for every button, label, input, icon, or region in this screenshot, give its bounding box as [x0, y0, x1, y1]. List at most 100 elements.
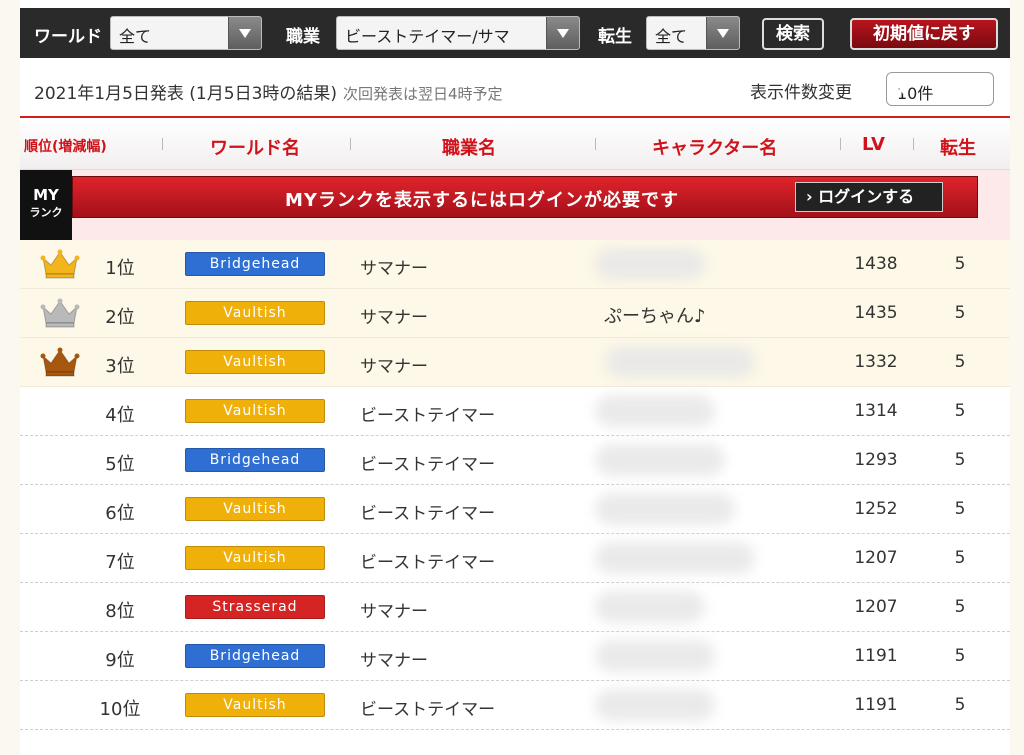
- table-row: 8位 Strasserad サマナー 1207 5: [20, 583, 1010, 632]
- world-badge: Bridgehead: [185, 448, 325, 472]
- my-rank-message: MYランクを表示するにはログインが必要です: [285, 190, 679, 211]
- reset-button[interactable]: 初期値に戻す: [850, 18, 998, 50]
- reincarnation-select[interactable]: 全て: [646, 16, 740, 50]
- world-badge: Vaultish: [185, 693, 325, 717]
- reincarnation-cell: 5: [954, 499, 966, 519]
- header-separator: [350, 138, 351, 150]
- header-separator: [162, 138, 163, 150]
- world-select-value: 全て: [119, 27, 152, 46]
- rank-cell: 9位: [105, 650, 135, 671]
- job-cell: サマナー: [360, 308, 428, 328]
- table-row: 9位 Bridgehead サマナー 1191 5: [20, 632, 1010, 681]
- filter-bar: ワールド 全て 職業 ビーストテイマー/サマ 転生 全て 検索 初期値に戻す: [20, 8, 1010, 58]
- header-separator: [913, 138, 914, 150]
- reincarnation-cell: 5: [954, 548, 966, 568]
- reincarnation-filter-label: 転生: [598, 27, 632, 47]
- lv-cell: 1293: [854, 450, 898, 470]
- job-cell: サマナー: [360, 259, 428, 279]
- rank-cell: 2位: [105, 307, 135, 328]
- rank-cell: 3位: [105, 356, 135, 377]
- bronze-crown-icon: [40, 346, 80, 382]
- world-badge: Vaultish: [185, 497, 325, 521]
- search-button[interactable]: 検索: [762, 18, 824, 50]
- login-button[interactable]: › ログインする: [795, 182, 943, 212]
- table-row: 5位 Bridgehead ビーストテイマー 1293 5: [20, 436, 1010, 485]
- header-rank[interactable]: 順位(増減幅): [24, 136, 107, 156]
- reincarnation-cell: 5: [954, 450, 966, 470]
- count-select[interactable]: 10件: [886, 72, 994, 106]
- announcement: 2021年1月5日発表 (1月5日3時の結果) 次回発表は翌日4時予定: [34, 79, 503, 104]
- header-separator: [840, 138, 841, 150]
- login-button-label: ログインする: [818, 187, 915, 206]
- table-row: 6位 Vaultish ビーストテイマー 1252 5: [20, 485, 1010, 534]
- blurred-character-name: [595, 640, 715, 672]
- next-announcement: 次回発表は翌日4時予定: [343, 85, 503, 103]
- reincarnation-cell: 5: [954, 597, 966, 617]
- reincarnation-cell: 5: [954, 352, 966, 372]
- table-row: 3位 Vaultish サマナー 1332 5: [20, 338, 1010, 387]
- blurred-character-name: [595, 248, 705, 280]
- lv-cell: 1207: [854, 548, 898, 568]
- my-rank-badge: MY ランク: [20, 170, 72, 240]
- table-header: 順位(増減幅) ワールド名 職業名 キャラクター名 LV 転生: [20, 120, 1010, 170]
- table-row: 4位 Vaultish ビーストテイマー 1314 5: [20, 387, 1010, 436]
- job-cell: ビーストテイマー: [360, 553, 496, 573]
- blurred-character-name: [605, 346, 755, 378]
- header-reincarnation[interactable]: 転生: [940, 134, 976, 160]
- job-cell: サマナー: [360, 357, 428, 377]
- table-row: 1位 Bridgehead サマナー 1438 5: [20, 240, 1010, 289]
- silver-crown-icon: [40, 297, 80, 333]
- blurred-character-name: [595, 591, 705, 623]
- job-select[interactable]: ビーストテイマー/サマ: [336, 16, 580, 50]
- world-badge: Vaultish: [185, 546, 325, 570]
- table-row: 2位 Vaultish サマナー ぷーちゃん♪ 1435 5: [20, 289, 1010, 338]
- reincarnation-cell: 5: [954, 401, 966, 421]
- lv-cell: 1332: [854, 352, 898, 372]
- blurred-character-name: [595, 444, 725, 476]
- character-name[interactable]: ぷーちゃん♪: [604, 302, 706, 328]
- my-rank-badge-line2: ランク: [29, 206, 63, 219]
- table-row: 10位 Vaultish ビーストテイマー 1191 5: [20, 681, 1010, 730]
- header-separator: [595, 138, 596, 150]
- job-cell: ビーストテイマー: [360, 504, 496, 524]
- world-badge: Strasserad: [185, 595, 325, 619]
- rank-cell: 1位: [105, 258, 135, 279]
- job-filter-label: 職業: [286, 27, 320, 47]
- blurred-character-name: [595, 395, 715, 427]
- job-select-value: ビーストテイマー/サマ: [345, 27, 510, 46]
- header-world[interactable]: ワールド名: [210, 134, 300, 160]
- reincarnation-cell: 5: [954, 254, 966, 274]
- ranking-table: 1位 Bridgehead サマナー 1438 5 2位 Vaultish サマナー ぷーちゃん…: [20, 240, 1010, 730]
- reincarnation-cell: 5: [954, 303, 966, 323]
- my-rank-area: MY ランク MYランクを表示するにはログインが必要です › ログインする: [20, 170, 1010, 240]
- header-lv[interactable]: LV: [862, 134, 885, 155]
- header-character[interactable]: キャラクター名: [652, 134, 777, 160]
- world-select[interactable]: 全て: [110, 16, 262, 50]
- header-job[interactable]: 職業名: [442, 134, 496, 160]
- count-label: 表示件数変更: [750, 83, 852, 103]
- lv-cell: 1191: [854, 646, 898, 666]
- lv-cell: 1435: [854, 303, 898, 323]
- chevron-down-icon: [706, 17, 739, 49]
- lv-cell: 1252: [854, 499, 898, 519]
- lv-cell: 1438: [854, 254, 898, 274]
- gold-crown-icon: [40, 248, 80, 284]
- info-row: 2021年1月5日発表 (1月5日3時の結果) 次回発表は翌日4時予定 表示件数変…: [20, 58, 1010, 118]
- rank-cell: 4位: [105, 405, 135, 426]
- rank-cell: 5位: [105, 454, 135, 475]
- chevron-down-icon: [228, 17, 261, 49]
- world-badge: Vaultish: [185, 399, 325, 423]
- rank-cell: 7位: [105, 552, 135, 573]
- reincarnation-select-value: 全て: [655, 27, 688, 46]
- blurred-character-name: [595, 493, 735, 525]
- reincarnation-cell: 5: [954, 695, 966, 715]
- ranking-frame: ワールド 全て 職業 ビーストテイマー/サマ 転生 全て 検索 初期値に戻す 2…: [20, 0, 1010, 755]
- job-cell: サマナー: [360, 602, 428, 622]
- world-filter-label: ワールド: [34, 27, 102, 47]
- my-rank-badge-line1: MY: [33, 186, 59, 204]
- lv-cell: 1207: [854, 597, 898, 617]
- rank-cell: 6位: [105, 503, 135, 524]
- chevron-down-icon: [546, 17, 579, 49]
- my-rank-banner: MYランクを表示するにはログインが必要です › ログインする: [72, 176, 978, 218]
- job-cell: ビーストテイマー: [360, 700, 496, 720]
